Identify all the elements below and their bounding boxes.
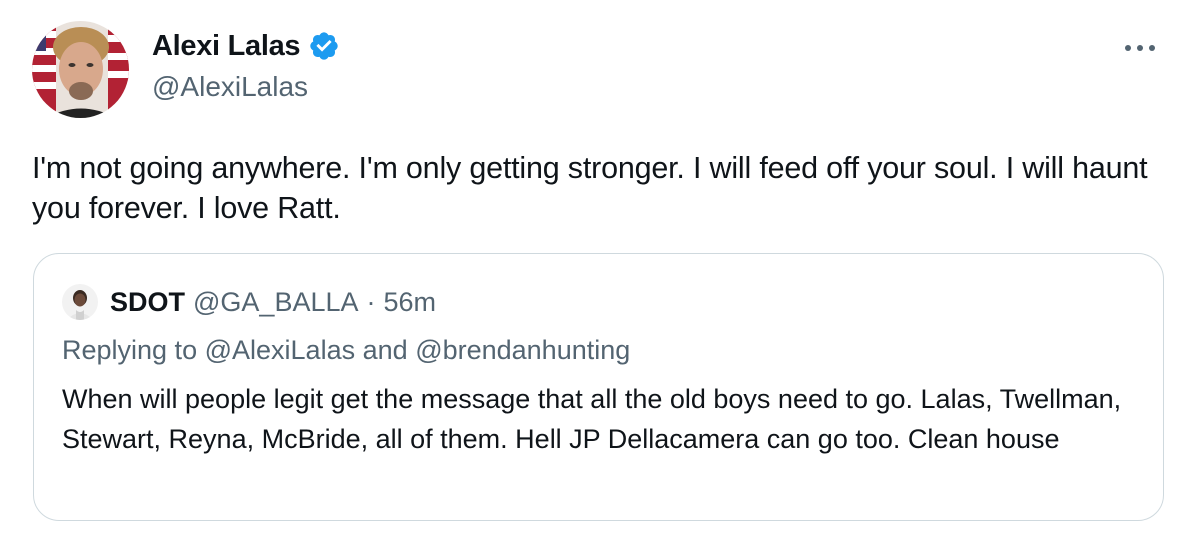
- quoted-author-name[interactable]: SDOT: [110, 285, 185, 319]
- reply-mention-brendanhunting[interactable]: @brendanhunting: [415, 335, 630, 365]
- verified-badge-icon: [308, 30, 340, 62]
- author-handle[interactable]: @AlexiLalas: [152, 69, 308, 105]
- quoted-tweet-header: SDOT @GA_BALLA · 56m: [62, 284, 436, 320]
- more-options-button[interactable]: [1120, 30, 1160, 66]
- replying-to-label: Replying to: [62, 335, 198, 365]
- replying-to-line: Replying to @AlexiLalas and @brendanhunt…: [62, 333, 630, 367]
- author-name-row: Alexi Lalas: [152, 28, 340, 64]
- author-avatar[interactable]: [32, 21, 129, 118]
- quoted-author-avatar-image: [62, 284, 98, 320]
- quoted-author-avatar[interactable]: [62, 284, 98, 320]
- quoted-timestamp[interactable]: 56m: [384, 285, 437, 319]
- tweet-card: Alexi Lalas @AlexiLalas I'm not going an…: [0, 0, 1188, 540]
- quoted-tweet-card[interactable]: SDOT @GA_BALLA · 56m Replying to @AlexiL…: [33, 253, 1164, 521]
- tweet-text: I'm not going anywhere. I'm only getting…: [32, 151, 1156, 225]
- more-horizontal-icon: [1125, 45, 1155, 51]
- replying-to-conjunction: and: [362, 335, 408, 365]
- quoted-author-handle[interactable]: @GA_BALLA: [193, 285, 359, 319]
- author-name[interactable]: Alexi Lalas: [152, 28, 301, 64]
- quoted-tweet-text: When will people legit get the message t…: [62, 384, 1122, 454]
- quoted-separator: ·: [366, 287, 376, 317]
- author-avatar-image: [32, 21, 129, 118]
- reply-mention-alexilalas[interactable]: @AlexiLalas: [205, 335, 355, 365]
